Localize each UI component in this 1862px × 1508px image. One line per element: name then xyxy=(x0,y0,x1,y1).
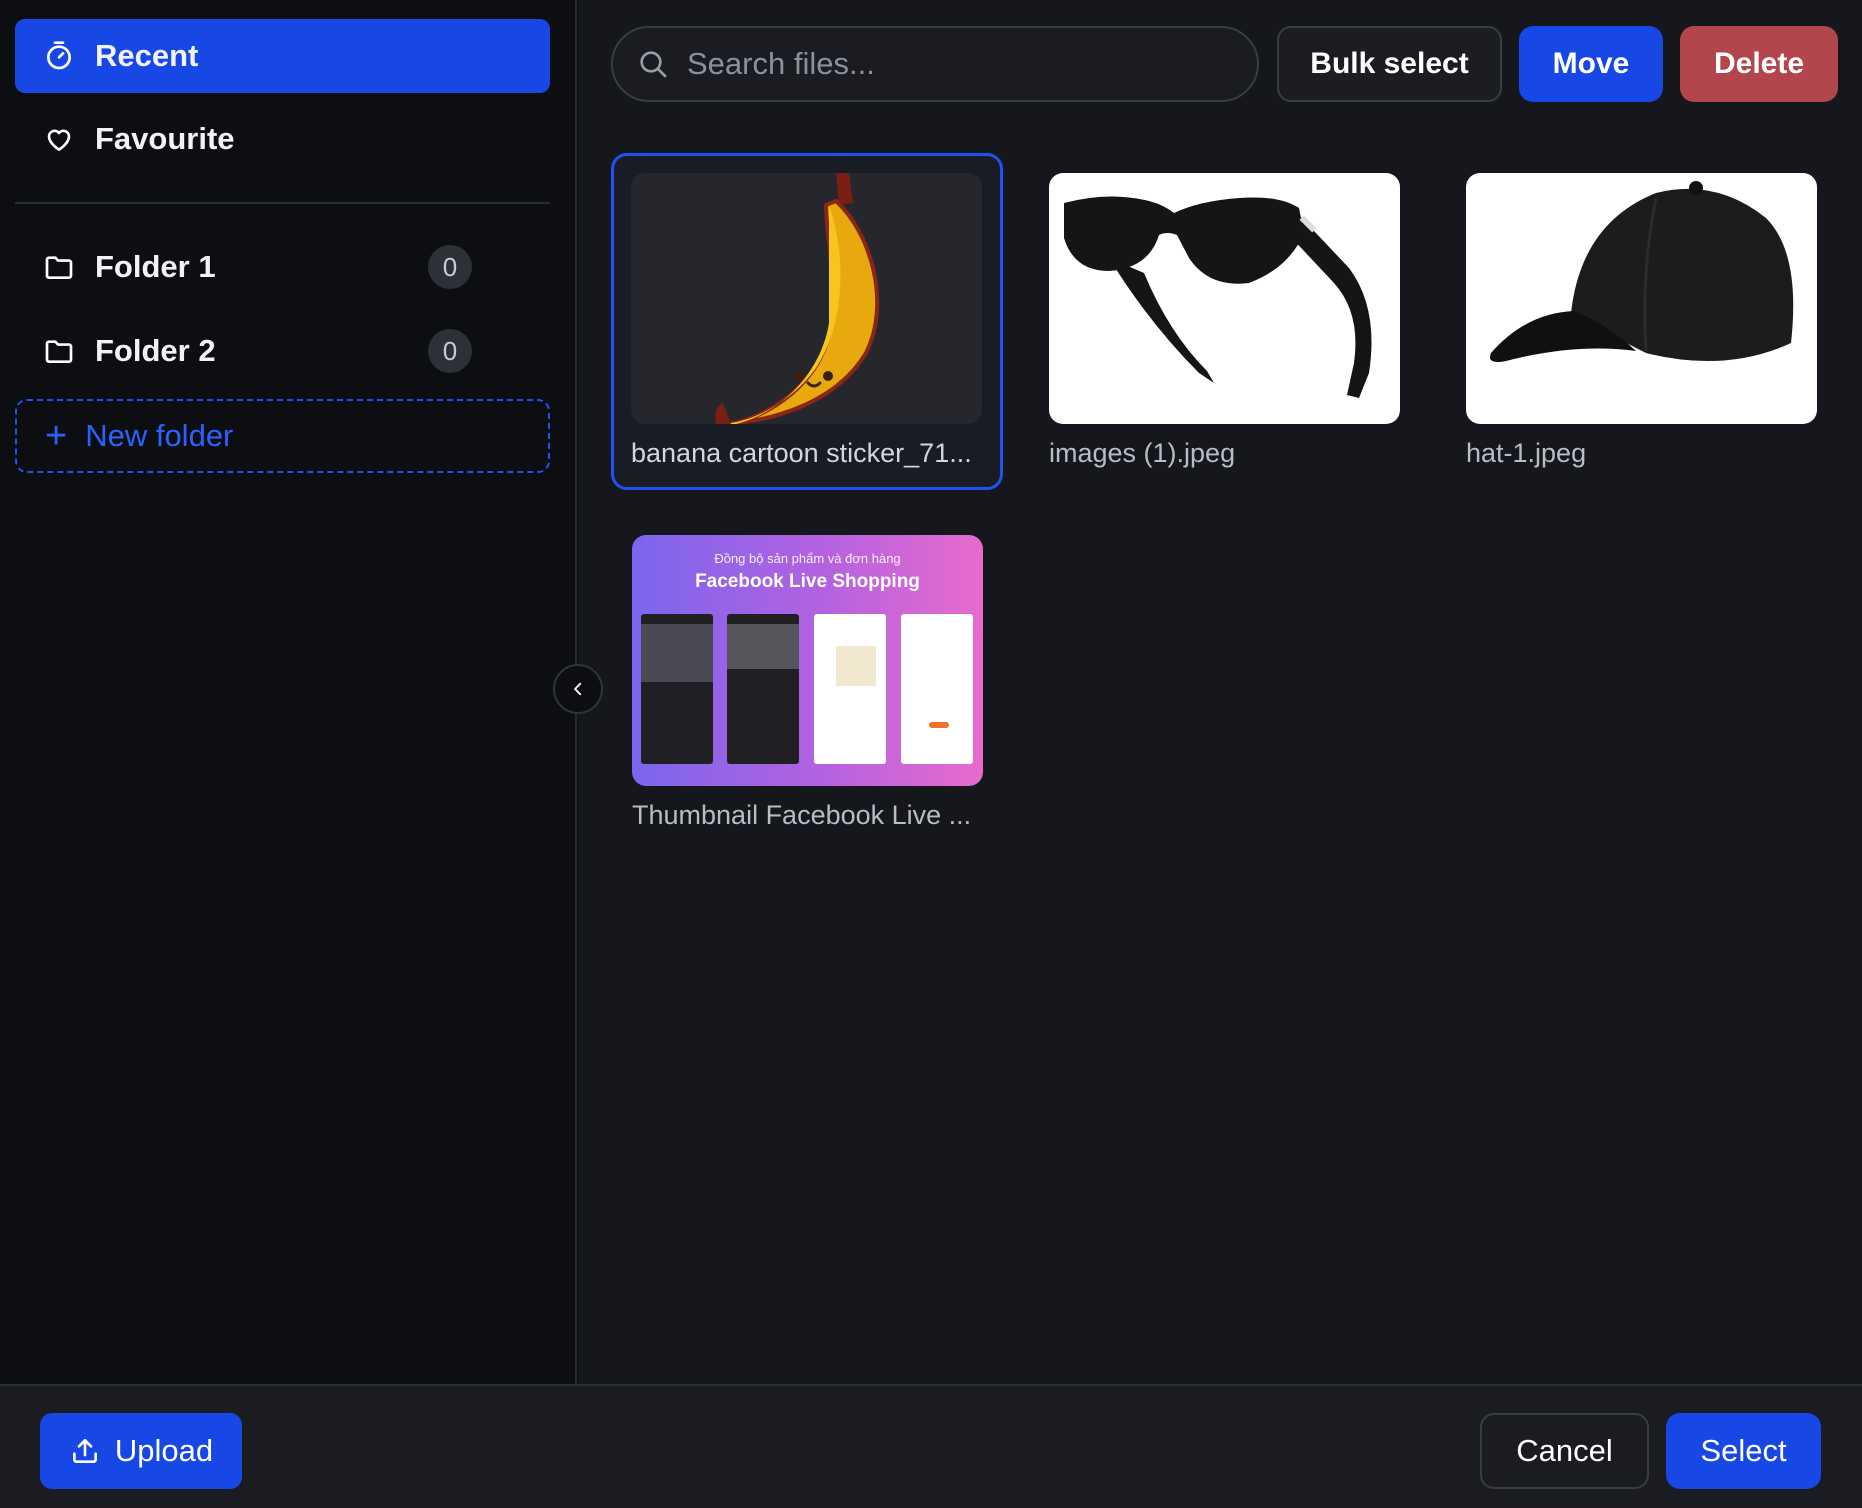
search-bar[interactable] xyxy=(611,26,1259,102)
upload-button[interactable]: Upload xyxy=(40,1413,242,1489)
cancel-button[interactable]: Cancel xyxy=(1480,1413,1649,1489)
banana-thumbnail xyxy=(631,173,982,424)
hat-thumbnail xyxy=(1466,173,1817,424)
phone-screenshot xyxy=(641,614,713,764)
folder-icon xyxy=(41,249,77,285)
folder-label: Folder 1 xyxy=(95,249,216,284)
sidebar-divider xyxy=(15,202,550,204)
facebook-live-thumbnail: Đồng bộ sản phẩm và đơn hàng Facebook Li… xyxy=(632,535,983,786)
sidebar: Recent Favourite Folder 1 0 Folder 2 0 +… xyxy=(0,0,577,1384)
select-button[interactable]: Select xyxy=(1666,1413,1821,1489)
phone-screenshot xyxy=(727,614,799,764)
heart-icon xyxy=(41,121,77,157)
file-name: banana cartoon sticker_71... xyxy=(631,438,972,468)
folder-label: Folder 2 xyxy=(95,333,216,368)
folder-count-badge: 0 xyxy=(428,245,472,289)
bulk-select-button[interactable]: Bulk select xyxy=(1277,26,1502,102)
upload-label: Upload xyxy=(114,1433,214,1468)
collapse-sidebar-button[interactable] xyxy=(553,664,603,714)
file-name: images (1).jpeg xyxy=(1049,438,1236,468)
phone-screenshot xyxy=(814,614,886,764)
phone-screenshot xyxy=(901,614,973,764)
plus-icon: + xyxy=(45,415,68,457)
sidebar-item-favourite[interactable]: Favourite xyxy=(15,102,550,176)
sidebar-item-folder-2[interactable]: Folder 2 0 xyxy=(15,314,550,388)
folder-count-badge: 0 xyxy=(428,329,472,373)
file-card-facebook-live[interactable]: Đồng bộ sản phẩm và đơn hàng Facebook Li… xyxy=(612,515,1004,852)
folder-icon xyxy=(41,333,77,369)
chevron-left-icon xyxy=(569,680,587,698)
upload-icon xyxy=(69,1435,101,1467)
sidebar-item-recent[interactable]: Recent xyxy=(15,19,550,93)
file-card-banana[interactable]: banana cartoon sticker_71... xyxy=(611,153,1003,490)
file-name: Thumbnail Facebook Live ... xyxy=(632,800,972,830)
sidebar-item-folder-1[interactable]: Folder 1 0 xyxy=(15,230,550,304)
sidebar-item-label: Favourite xyxy=(95,121,235,156)
footer-bar: Upload Cancel Select xyxy=(0,1384,1862,1508)
search-input[interactable] xyxy=(687,46,1247,82)
file-card-hat[interactable]: hat-1.jpeg xyxy=(1446,153,1838,490)
timer-icon xyxy=(41,38,77,74)
move-button[interactable]: Move xyxy=(1519,26,1663,102)
new-folder-label: New folder xyxy=(85,418,234,453)
sidebar-item-label: Recent xyxy=(95,38,199,73)
file-card-sunglasses[interactable]: images (1).jpeg xyxy=(1029,153,1421,490)
thumbnail-title: Facebook Live Shopping xyxy=(695,571,920,592)
thumbnail-caption: Đồng bộ sản phẩm và đơn hàng xyxy=(714,551,901,566)
search-icon xyxy=(637,48,669,80)
sunglasses-thumbnail xyxy=(1049,173,1400,424)
new-folder-button[interactable]: + New folder xyxy=(15,399,550,473)
delete-button[interactable]: Delete xyxy=(1680,26,1838,102)
file-name: hat-1.jpeg xyxy=(1466,438,1587,468)
